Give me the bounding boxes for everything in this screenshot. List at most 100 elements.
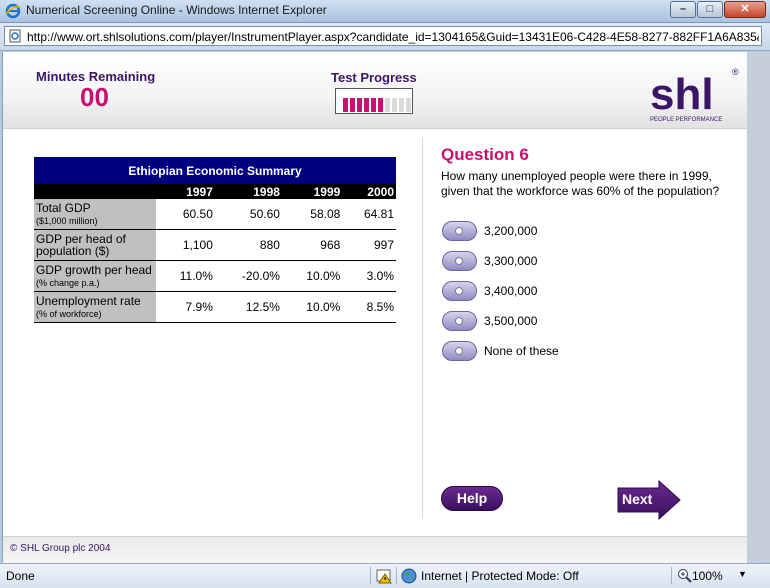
answer-option[interactable]: 3,400,000: [441, 281, 721, 303]
table-cell: 50.60: [214, 199, 282, 230]
radio-dot-icon: [455, 257, 463, 265]
table-cell: 997: [342, 229, 396, 261]
test-progress-bar: [335, 88, 413, 114]
row-label-sub: (% of workforce): [36, 308, 102, 319]
radio-dot-icon: [455, 227, 463, 235]
progress-segment: [343, 98, 348, 112]
table-header-row: 1997 1998 1999 2000: [34, 184, 396, 199]
table-cell: 8.5%: [342, 291, 396, 323]
year-header: 1997: [156, 184, 215, 199]
answer-option[interactable]: None of these: [441, 341, 721, 363]
progress-segment: [385, 98, 390, 112]
close-icon: ✕: [740, 3, 750, 15]
row-label: Total GDP ($1,000 million): [34, 199, 156, 230]
table-row: GDP growth per head (% change p.a.) 11.0%…: [34, 260, 396, 292]
status-bar: Done Internet | Protected Mode: Off 100%…: [0, 563, 770, 588]
table-header-blank: [34, 184, 156, 199]
table-row: Unemployment rate (% of workforce) 7.9% 1…: [34, 291, 396, 323]
popup-blocked-icon[interactable]: [376, 568, 392, 584]
progress-segment: [399, 98, 404, 112]
url-text: http://www.ort.shlsolutions.com/player/I…: [27, 30, 759, 44]
table-cell: 60.50: [156, 199, 215, 230]
window-title-bar[interactable]: Numerical Screening Online - Windows Int…: [0, 0, 770, 23]
radio-dot-icon: [455, 317, 463, 325]
window-controls: – □ ✕: [669, 1, 766, 19]
radio-button[interactable]: [442, 251, 477, 271]
table-cell: 3.0%: [342, 260, 396, 292]
table-cell: 10.0%: [281, 260, 343, 292]
answer-option[interactable]: 3,300,000: [441, 251, 721, 273]
progress-segment: [378, 98, 383, 112]
maximize-icon: □: [706, 3, 714, 15]
table-caption-row: Ethiopian Economic Summary: [34, 157, 396, 184]
page-content: Minutes Remaining 00 Test Progress shl ®…: [2, 52, 748, 563]
progress-segment: [357, 98, 362, 112]
progress-segment: [406, 98, 411, 112]
progress-segment: [392, 98, 397, 112]
column-divider: [422, 138, 423, 518]
answer-option-label: 3,200,000: [484, 224, 538, 238]
maximize-button[interactable]: □: [697, 1, 723, 18]
test-progress-label: Test Progress: [331, 70, 417, 85]
status-separator: [671, 567, 672, 584]
window-frame-right: [747, 52, 770, 562]
page-footer: © SHL Group plc 2004: [3, 536, 747, 563]
table-cell: 11.0%: [156, 260, 215, 292]
table-cell: 12.5%: [214, 291, 282, 323]
radio-button[interactable]: [442, 341, 477, 361]
row-label-text: GDP growth per head: [36, 262, 152, 277]
answer-option-label: None of these: [484, 344, 559, 358]
shl-logo: shl ® PEOPLE PERFORMANCE: [650, 67, 739, 123]
zoom-level[interactable]: 100%: [692, 569, 723, 583]
answer-option-label: 3,300,000: [484, 254, 538, 268]
minimize-button[interactable]: –: [670, 1, 696, 18]
row-label-sub: ($1,000 million): [36, 215, 98, 226]
table-cell: 64.81: [342, 199, 396, 230]
test-header: Minutes Remaining 00 Test Progress shl ®…: [3, 52, 747, 129]
zoom-icon[interactable]: [677, 568, 693, 584]
progress-segment: [364, 98, 369, 112]
question-title: Question 6: [441, 145, 529, 164]
answer-option[interactable]: 3,500,000: [441, 311, 721, 333]
next-button[interactable]: Next: [617, 479, 681, 521]
table-title: Ethiopian Economic Summary: [34, 157, 396, 184]
answer-option-label: 3,400,000: [484, 284, 538, 298]
economic-summary-table: Ethiopian Economic Summary 1997 1998 199…: [34, 157, 396, 323]
row-label-text: Unemployment rate: [36, 293, 141, 308]
table-cell: -20.0%: [214, 260, 282, 292]
close-button[interactable]: ✕: [724, 1, 766, 18]
zoom-dropdown-icon[interactable]: ▼: [738, 569, 747, 579]
table-cell: 58.08: [281, 199, 343, 230]
row-label-text: GDP per head of population ($): [36, 232, 126, 258]
address-bar: http://www.ort.shlsolutions.com/player/I…: [0, 23, 770, 51]
security-zone-text[interactable]: Internet | Protected Mode: Off: [421, 569, 579, 583]
table-cell: 1,100: [156, 229, 215, 261]
question-text: How many unemployed people were there in…: [441, 169, 720, 198]
radio-button[interactable]: [442, 311, 477, 331]
year-header: 1998: [214, 184, 282, 199]
answer-option[interactable]: 3,200,000: [441, 221, 721, 243]
table-row: GDP per head of population ($) 1,100 880…: [34, 229, 396, 261]
radio-dot-icon: [455, 347, 463, 355]
minimize-icon: –: [679, 3, 687, 15]
year-header: 1999: [281, 184, 343, 199]
internet-explorer-icon: [5, 3, 21, 19]
progress-segment: [350, 98, 355, 112]
logo-registered-mark: ®: [732, 67, 739, 77]
status-text: Done: [6, 569, 35, 583]
radio-button[interactable]: [442, 221, 477, 241]
year-header: 2000: [342, 184, 396, 199]
logo-text: shl: [650, 70, 714, 119]
table-row: Total GDP ($1,000 million) 60.50 50.60 58…: [34, 199, 396, 230]
copyright-text: © SHL Group plc 2004: [10, 543, 111, 554]
row-label-text: Total GDP: [36, 200, 91, 215]
logo-tagline: PEOPLE PERFORMANCE: [650, 117, 722, 123]
window-title: Numerical Screening Online - Windows Int…: [26, 3, 327, 17]
row-label: Unemployment rate (% of workforce): [34, 291, 156, 323]
url-field[interactable]: http://www.ort.shlsolutions.com/player/I…: [4, 26, 762, 46]
row-label-sub: (% change p.a.): [36, 277, 100, 288]
radio-button[interactable]: [442, 281, 477, 301]
radio-dot-icon: [455, 287, 463, 295]
help-button[interactable]: Help: [441, 486, 503, 511]
status-separator: [370, 567, 371, 584]
